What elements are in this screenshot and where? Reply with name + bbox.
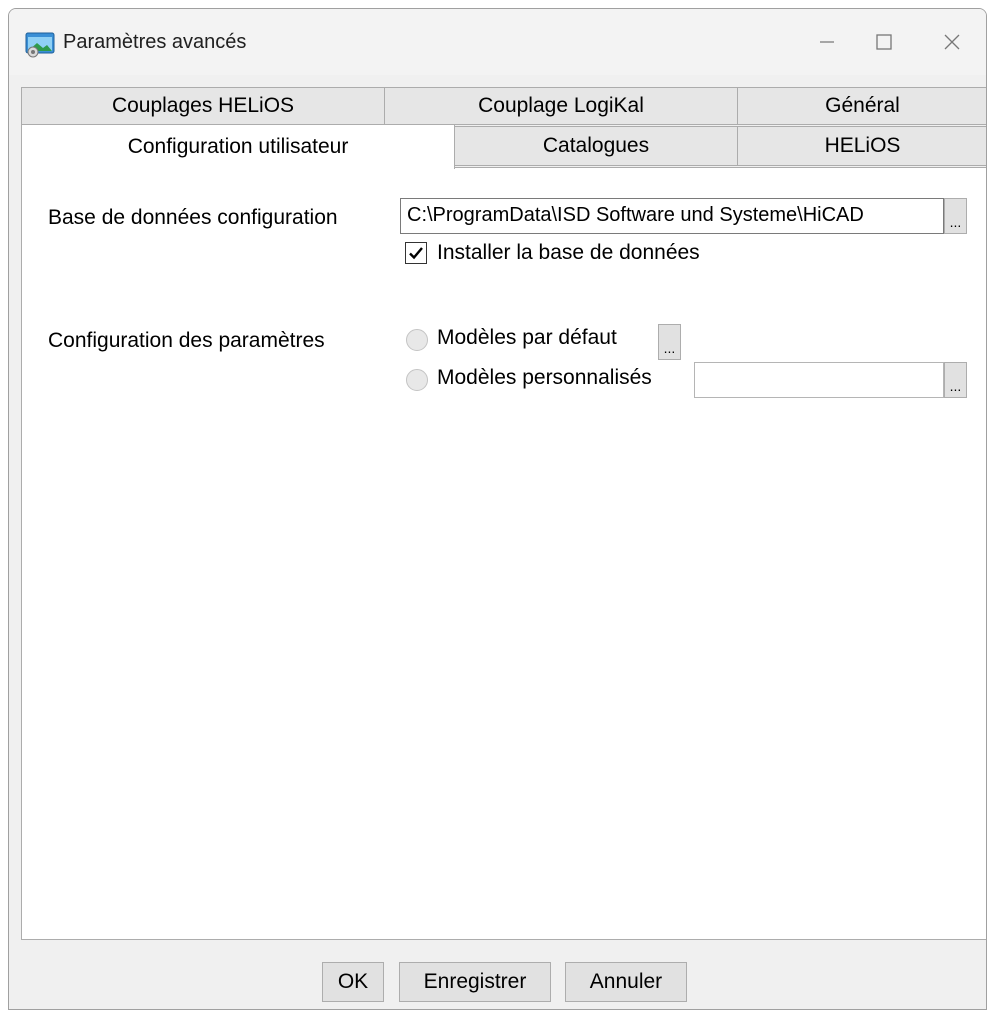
tab-label: Configuration utilisateur [127, 135, 349, 158]
save-button[interactable]: Enregistrer [399, 962, 551, 1002]
ok-label: OK [337, 970, 369, 993]
maximize-icon [876, 34, 892, 50]
advanced-settings-window: Paramètres avancés Couplages HELiOS Coup… [8, 8, 987, 1010]
custom-models-path-field[interactable] [694, 362, 944, 398]
tab-label: Général [825, 94, 900, 117]
window-title: Paramètres avancés [63, 31, 247, 53]
app-window-icon [25, 32, 55, 58]
install-db-label: Installer la base de données [437, 241, 700, 264]
close-button[interactable] [927, 19, 977, 65]
close-icon [944, 34, 960, 50]
checkmark-icon [409, 247, 423, 260]
install-db-checkbox[interactable] [405, 242, 427, 264]
config-db-label: Base de données configuration [48, 206, 338, 229]
tab-couplages-helios[interactable]: Couplages HELiOS [21, 87, 385, 125]
cancel-button[interactable]: Annuler [565, 962, 687, 1002]
tab-couplage-logikal[interactable]: Couplage LogiKal [384, 87, 738, 125]
ok-button[interactable]: OK [322, 962, 384, 1002]
default-models-browse-button[interactable]: ... [658, 324, 681, 360]
tab-label: Couplage LogiKal [478, 94, 644, 117]
save-label: Enregistrer [423, 970, 527, 993]
params-config-label: Configuration des paramètres [48, 329, 325, 352]
browse-label: ... [949, 214, 962, 230]
tab-catalogues[interactable]: Catalogues [454, 126, 738, 166]
tab-label: HELiOS [824, 134, 901, 157]
config-db-path-field[interactable]: C:\ProgramData\ISD Software und Systeme\… [400, 198, 944, 234]
tab-general[interactable]: Général [737, 87, 986, 125]
default-models-radio[interactable] [406, 329, 428, 351]
cancel-label: Annuler [589, 970, 663, 993]
tab-label: Couplages HELiOS [111, 94, 295, 117]
title-bar[interactable]: Paramètres avancés [9, 9, 986, 75]
tab-helios[interactable]: HELiOS [737, 126, 986, 166]
tab-strip: Couplages HELiOS Couplage LogiKal Généra… [9, 87, 986, 169]
user-configuration-panel: Base de données configuration C:\Program… [21, 167, 986, 940]
browse-label: ... [663, 340, 676, 356]
tab-configuration-utilisateur[interactable]: Configuration utilisateur [21, 124, 455, 169]
minimize-icon [820, 41, 834, 43]
tab-label: Catalogues [542, 134, 650, 157]
custom-models-browse-button[interactable]: ... [944, 362, 967, 398]
minimize-button[interactable] [802, 19, 852, 65]
default-models-label: Modèles par défaut [437, 326, 617, 349]
custom-models-label: Modèles personnalisés [437, 366, 652, 389]
custom-models-radio[interactable] [406, 369, 428, 391]
maximize-button[interactable] [859, 19, 909, 65]
config-db-browse-button[interactable]: ... [944, 198, 967, 234]
browse-label: ... [949, 378, 962, 394]
